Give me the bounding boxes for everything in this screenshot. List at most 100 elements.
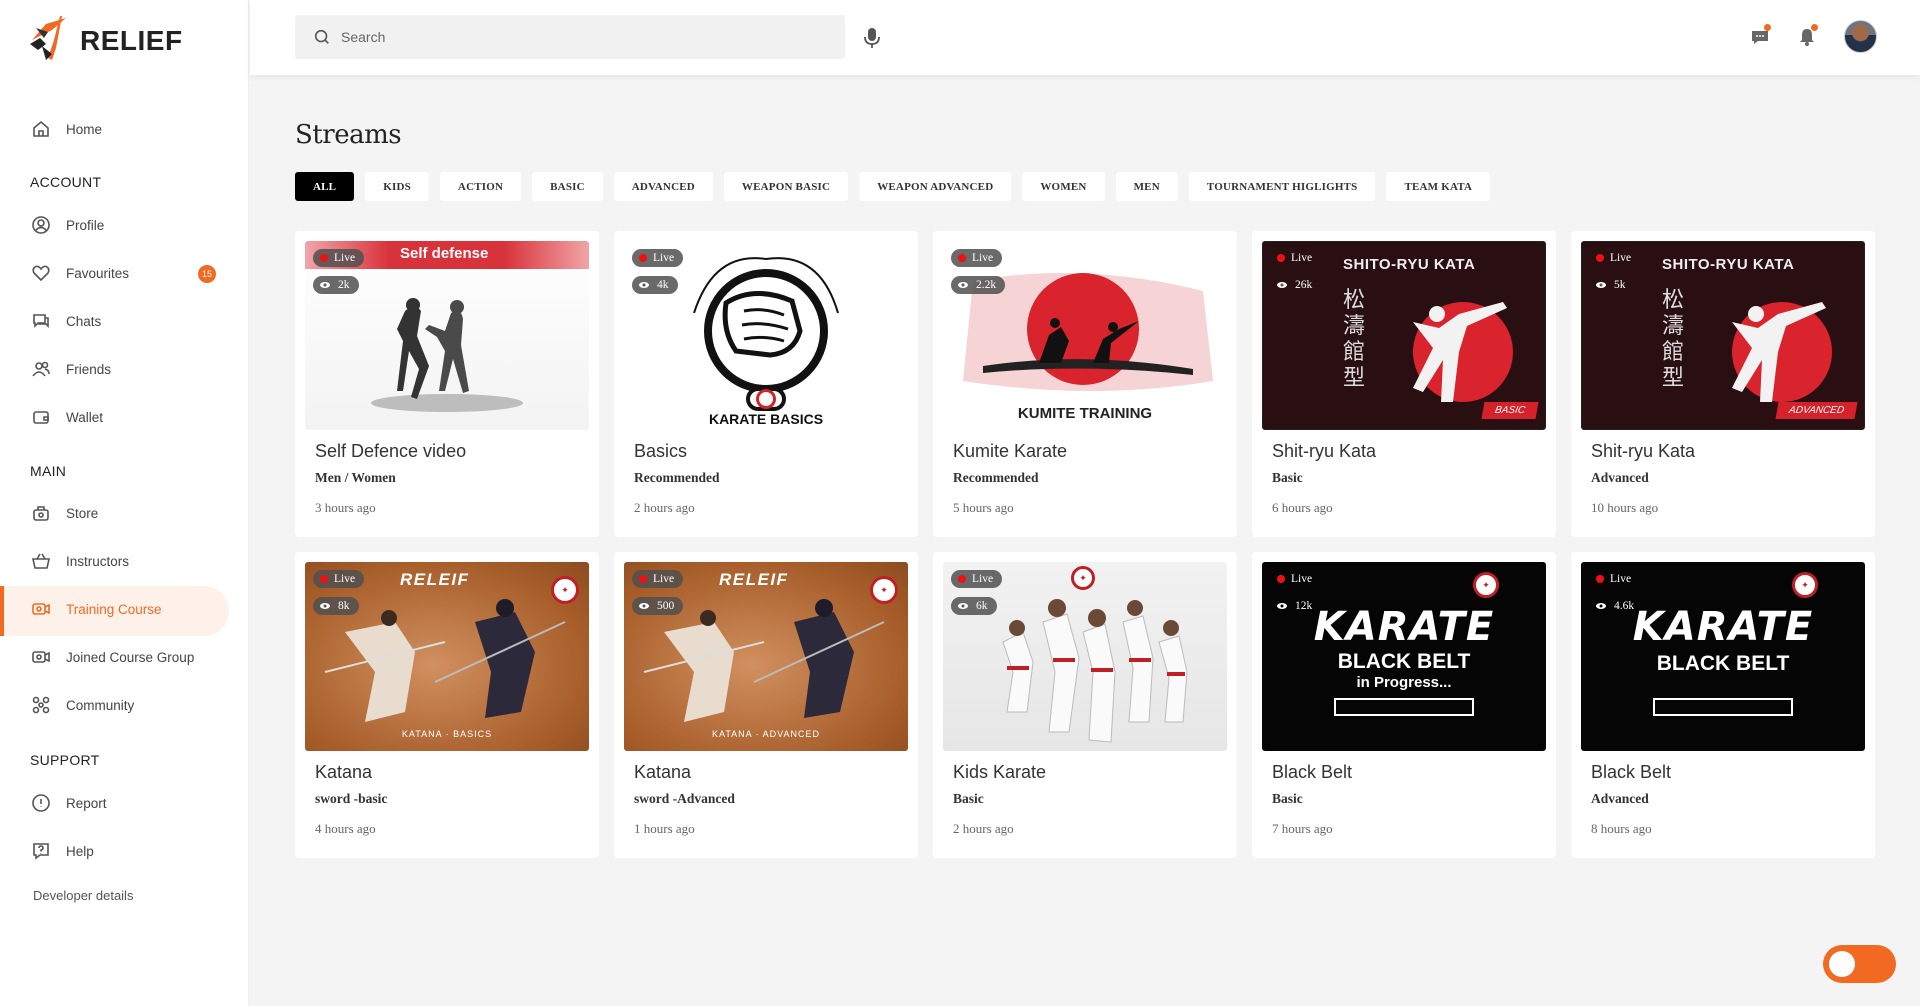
filter-chip-action[interactable]: ACTION <box>439 172 522 201</box>
sidebar-item-profile[interactable]: Profile <box>30 213 104 237</box>
filter-chip-kids[interactable]: KIDS <box>365 172 429 201</box>
stream-thumbnail[interactable]: SHITO-RYU KATA 松濤館型 BASIC <box>1262 241 1546 430</box>
card-timestamp: 6 hours ago <box>1272 500 1333 515</box>
wallet-icon <box>30 406 52 428</box>
stream-card[interactable]: KUMITE TRAINING Live 2.2k Kumite Karate … <box>933 231 1237 537</box>
sidebar-item-friends[interactable]: Friends <box>30 357 111 381</box>
stream-thumbnail[interactable]: RELEIF ✦ KATANA · BASICS <box>305 562 589 751</box>
microphone-icon[interactable] <box>862 27 882 49</box>
sidebar-item-chats[interactable]: Chats <box>30 309 101 333</box>
stream-card[interactable]: SHITO-RYU KATA 松濤館型 ADVANCED Live 5k Shi… <box>1571 231 1875 537</box>
home-icon <box>30 118 52 140</box>
logo[interactable]: RELIEF <box>26 10 183 64</box>
thumbnail-tag: ADVANCED <box>1775 402 1858 419</box>
sidebar-item-store[interactable]: Store <box>30 501 98 525</box>
card-title: Katana <box>634 762 692 782</box>
kumite-sun-illustration-icon <box>963 273 1213 391</box>
filter-chip-weapon-advanced[interactable]: WEAPON ADVANCED <box>859 172 1012 201</box>
filter-chip-team-kata[interactable]: TEAM KATA <box>1386 172 1491 201</box>
emblem-icon: ✦ <box>1071 566 1095 590</box>
user-avatar[interactable] <box>1844 20 1877 53</box>
messages-button[interactable] <box>1747 24 1773 50</box>
heart-icon <box>30 262 52 284</box>
search-bar[interactable] <box>295 15 845 59</box>
live-badge: Live <box>951 570 1003 588</box>
emblem-icon: ✦ <box>551 576 579 604</box>
top-header <box>250 0 1920 75</box>
live-dot-icon <box>320 254 328 262</box>
stream-thumbnail[interactable]: KUMITE TRAINING <box>943 241 1227 430</box>
thumbnail-title: RELEIF <box>400 570 470 589</box>
sidebar-item-label: Chats <box>66 313 102 329</box>
thumbnail-title: KARATE BASICS <box>708 411 824 427</box>
favourites-badge: 15 <box>198 265 216 283</box>
emblem-icon: ✦ <box>1473 572 1499 598</box>
sidebar-item-label: Joined Course Group <box>66 649 195 665</box>
filter-chip-advanced[interactable]: ADVANCED <box>613 172 713 201</box>
section-account: ACCOUNT <box>30 174 102 190</box>
thumbnail-subtitle: KATANA · BASICS <box>401 729 493 739</box>
thumbnail-caption: in Progress... <box>1356 674 1452 691</box>
live-dot-icon <box>1596 575 1604 583</box>
sidebar-item-training-course[interactable]: Training Course <box>30 597 162 621</box>
stream-card[interactable]: SHITO-RYU KATA 松濤館型 BASIC Live 26k Shit-… <box>1252 231 1556 537</box>
sidebar-item-favourites[interactable]: Favourites <box>30 261 129 285</box>
stream-card[interactable]: RELEIF ✦ KATANA · ADVANCED Live 500 Kata… <box>614 552 918 858</box>
logo-text: RELIEF <box>80 25 183 56</box>
live-badge: Live <box>1589 570 1640 588</box>
sidebar-item-label: Store <box>66 505 99 521</box>
live-badge: Live <box>632 570 684 588</box>
stream-thumbnail[interactable]: RELEIF ✦ KATANA · ADVANCED <box>624 562 908 751</box>
card-subtitle: Recommended <box>953 470 1039 485</box>
stream-card[interactable]: KARATE BASICS Live 4k Basics Recommended… <box>614 231 918 537</box>
thumbnail-title: RELEIF <box>719 570 789 589</box>
stream-card[interactable]: RELEIF ✦ KATANA · BASICS Live 8k Katana … <box>295 552 599 858</box>
stream-thumbnail[interactable]: ✦ <box>943 562 1227 751</box>
sidebar-item-report[interactable]: Report <box>30 791 107 815</box>
sidebar-item-joined-course-group[interactable]: Joined Course Group <box>30 645 194 669</box>
eye-icon <box>958 282 968 288</box>
card-timestamp: 4 hours ago <box>315 821 376 836</box>
filter-chip-men[interactable]: MEN <box>1115 172 1178 201</box>
store-icon <box>30 502 52 524</box>
sidebar-item-instructors[interactable]: Instructors <box>30 549 129 573</box>
thumbnail-title: KUMITE TRAINING <box>1017 405 1153 422</box>
stream-card[interactable]: KARATE BLACK BELT ✦ Live 4.6k Black Belt… <box>1571 552 1875 858</box>
developer-details-link[interactable]: Developer details <box>33 888 133 903</box>
eye-icon <box>1596 603 1606 609</box>
views-badge: 26k <box>1270 276 1321 294</box>
sidebar-item-label: Wallet <box>66 409 104 425</box>
toggle-knob <box>1829 951 1855 977</box>
stream-thumbnail[interactable]: KARATE BASICS <box>624 241 908 430</box>
notifications-button[interactable] <box>1794 24 1820 50</box>
card-subtitle: Recommended <box>634 470 720 485</box>
stream-thumbnail[interactable]: Self defense <box>305 241 589 430</box>
card-subtitle: Basic <box>1272 470 1303 485</box>
card-timestamp: 5 hours ago <box>953 500 1014 515</box>
stream-thumbnail[interactable]: KARATE BLACK BELT in Progress... ✦ <box>1262 562 1546 751</box>
filter-chip-tournament-highlights[interactable]: TOURNAMENT HIGLIGHTS <box>1188 172 1376 201</box>
live-badge: Live <box>1270 570 1321 588</box>
card-timestamp: 3 hours ago <box>315 500 376 515</box>
card-title: Kids Karate <box>953 762 1047 782</box>
filter-chip-all[interactable]: ALL <box>295 172 355 201</box>
stream-thumbnail[interactable]: KARATE BLACK BELT ✦ <box>1581 562 1865 751</box>
sidebar-item-label: Help <box>66 843 94 859</box>
card-timestamp: 2 hours ago <box>953 821 1014 836</box>
filter-chip-women[interactable]: WOMEN <box>1022 172 1105 201</box>
sidebar-item-wallet[interactable]: Wallet <box>30 405 103 429</box>
live-dot-icon <box>1596 254 1604 262</box>
theme-toggle[interactable] <box>1823 945 1896 983</box>
stream-card[interactable]: Self defense Live 2k Self Defence video … <box>295 231 599 537</box>
filter-chip-basic[interactable]: BASIC <box>532 172 603 201</box>
sidebar-item-help[interactable]: Help <box>30 839 94 863</box>
sidebar-item-home[interactable]: Home <box>30 117 102 141</box>
stream-card[interactable]: ✦ Live 6k Kids Karate Basic 2 hours ago <box>933 552 1237 858</box>
kanji-text: 松濤館型 <box>1343 287 1366 390</box>
card-title: Shit-ryu Kata <box>1272 441 1377 461</box>
search-input[interactable] <box>341 29 821 45</box>
stream-thumbnail[interactable]: SHITO-RYU KATA 松濤館型 ADVANCED <box>1581 241 1865 430</box>
filter-chip-weapon-basic[interactable]: WEAPON BASIC <box>723 172 849 201</box>
sidebar-item-community[interactable]: Community <box>30 693 134 717</box>
stream-card[interactable]: KARATE BLACK BELT in Progress... ✦ Live … <box>1252 552 1556 858</box>
